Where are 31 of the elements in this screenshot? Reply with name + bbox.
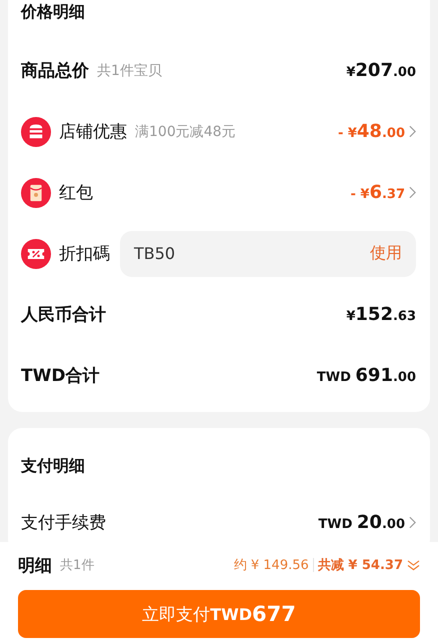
- row-label: 人民币合计: [21, 304, 106, 326]
- price-text: - ¥6.37: [350, 182, 405, 203]
- row-label: 支付手续费: [21, 512, 106, 534]
- apply-button[interactable]: 使用: [370, 243, 402, 264]
- price-text: - ¥48.00: [338, 121, 405, 142]
- approx-total: 约 ¥ 149.56: [234, 557, 309, 574]
- chevron-right-icon[interactable]: [409, 125, 416, 138]
- chevron-right-icon[interactable]: [409, 516, 416, 529]
- section-title: 支付明细: [21, 455, 86, 477]
- item-count: 共1件: [60, 557, 94, 574]
- row-label: TWD合计: [21, 365, 100, 387]
- row-label: 折扣碼: [59, 243, 110, 265]
- row-label: 红包: [59, 182, 93, 204]
- row-note: 满100元减48元: [135, 122, 236, 140]
- discount-code-field[interactable]: TB50 使用: [120, 230, 416, 276]
- row-label: 商品总价: [21, 60, 89, 82]
- pay-button[interactable]: 立即支付TWD677: [18, 590, 420, 638]
- saved-total: 共减 ¥ 54.37: [318, 557, 403, 574]
- chevron-right-icon[interactable]: [409, 186, 416, 199]
- details-label: 明细: [18, 554, 52, 576]
- section-title: 价格明细: [21, 1, 86, 23]
- price-text: ¥207.00: [346, 60, 416, 81]
- price-text: ¥152.63: [346, 304, 416, 325]
- envelope-icon: [21, 178, 51, 208]
- price-text: TWD 20.00: [318, 512, 405, 533]
- coupon-icon: [21, 238, 51, 268]
- chevron-down-icon[interactable]: [407, 560, 420, 570]
- row-label: 店铺优惠: [59, 121, 127, 143]
- row-note: 共1件宝贝: [97, 62, 162, 80]
- shop-icon: [21, 116, 51, 146]
- price-text: TWD 691.00: [316, 365, 416, 386]
